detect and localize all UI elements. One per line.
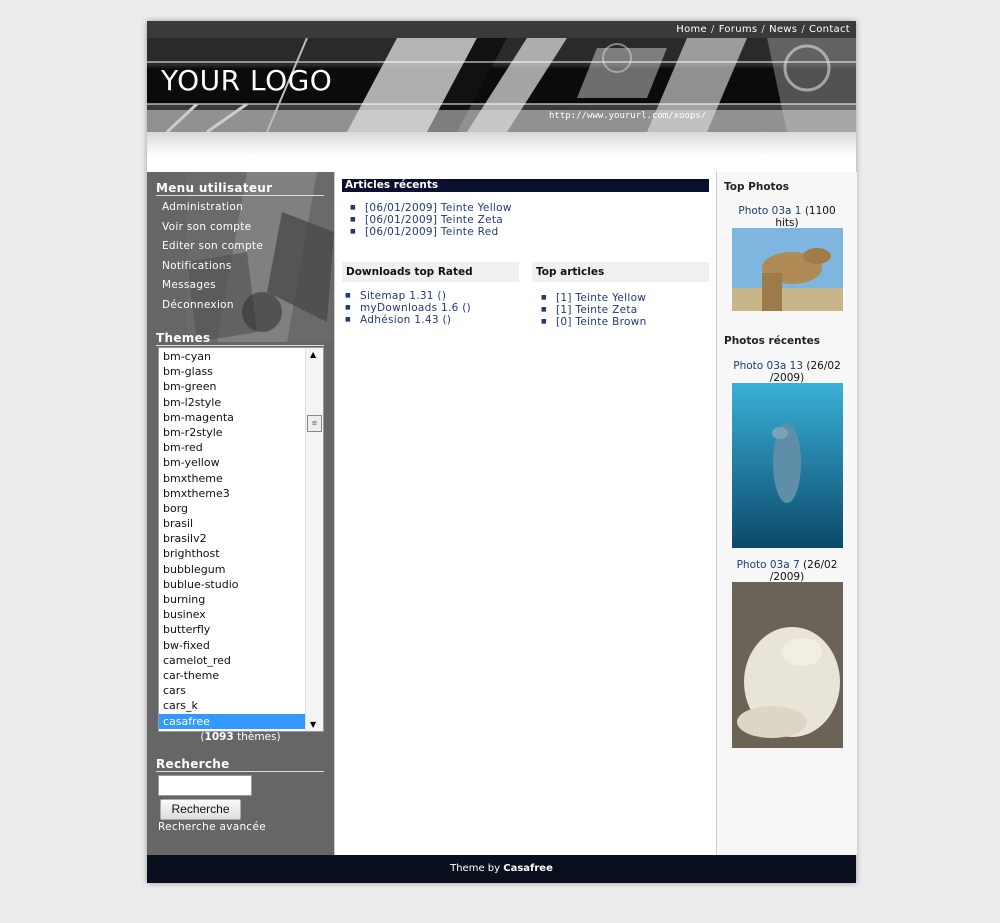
menu-item-messages[interactable]: Messages (162, 279, 334, 299)
top-navigation: Home / Forums / News / Contact (147, 21, 856, 38)
advanced-search-link[interactable]: Recherche avancée (158, 821, 266, 833)
recent-article-link[interactable]: [06/01/2009] Teinte Yellow (350, 202, 512, 214)
theme-option[interactable]: bm-l2style (159, 395, 305, 410)
recent-article-link[interactable]: [06/01/2009] Teinte Red (350, 226, 512, 238)
header-banner: YOUR LOGO http://www.yoururl.com/xoops/ (147, 38, 856, 132)
footer-brand-link[interactable]: Casafree (503, 863, 553, 874)
search-button[interactable]: Recherche (160, 799, 241, 820)
user-menu-title: Menu utilisateur (156, 181, 324, 196)
nav-separator: / (761, 24, 766, 35)
top-articles-list: [1] Teinte Yellow [1] Teinte Zeta [0] Te… (541, 292, 647, 329)
left-sidebar: Menu utilisateur Administration Voir son… (147, 172, 334, 855)
user-menu: Administration Voir son compte Editer so… (162, 201, 334, 318)
nav-contact-link[interactable]: Contact (809, 24, 850, 35)
theme-option[interactable]: bm-red (159, 440, 305, 455)
theme-option[interactable]: brighthost (159, 546, 305, 561)
right-sidebar: Top Photos Photo 03a 1 (1100 hits) Photos… (716, 172, 857, 855)
footer: Theme by Casafree (147, 855, 856, 883)
nav-forums-link[interactable]: Forums (719, 24, 758, 35)
photo-link[interactable]: Photo 03a 13 (733, 360, 803, 372)
page: Home / Forums / News / Contact YOUR LOGO http:… (147, 21, 857, 883)
theme-option[interactable]: butterfly (159, 622, 305, 637)
theme-option[interactable]: bubblegum (159, 562, 305, 577)
nav-news-link[interactable]: News (769, 24, 797, 35)
photo-link[interactable]: Photo 03a 7 (737, 559, 800, 571)
theme-option[interactable]: brasilv2 (159, 531, 305, 546)
menu-item-notifications[interactable]: Notifications (162, 260, 334, 280)
dolphin-photo[interactable] (732, 383, 843, 548)
theme-select-list[interactable]: bm-cyan bm-glass bm-green bm-l2style bm-mage… (158, 347, 324, 732)
main-content: Articles récents [06/01/2009] Teinte Yel… (334, 172, 716, 855)
downloads-list: Sitemap 1.31 () myDownloads 1.6 () Adhés… (345, 290, 471, 327)
theme-option[interactable]: brasil (159, 516, 305, 531)
search-title: Recherche (156, 757, 324, 772)
downloads-title: Downloads top Rated (342, 262, 519, 282)
theme-option[interactable]: bmxtheme (159, 471, 305, 486)
theme-option[interactable]: bm-cyan (159, 349, 305, 364)
theme-option[interactable]: cars_k (159, 698, 305, 713)
top-article-link[interactable]: [0] Teinte Brown (541, 316, 647, 328)
theme-option[interactable]: bm-glass (159, 364, 305, 379)
footer-prefix: Theme by (450, 863, 501, 874)
download-link[interactable]: Sitemap 1.31 () (345, 290, 471, 302)
site-logo[interactable]: YOUR LOGO (161, 64, 332, 97)
recent-article-link[interactable]: [06/01/2009] Teinte Zeta (350, 214, 512, 226)
download-link[interactable]: myDownloads 1.6 () (345, 302, 471, 314)
theme-option[interactable]: bm-magenta (159, 410, 305, 425)
menu-item-logout[interactable]: Déconnexion (162, 299, 334, 319)
recent-photo-caption: Photo 03a 13 (26/02/2009) (733, 360, 841, 384)
header-shadow (147, 132, 856, 172)
search-input[interactable] (158, 775, 252, 796)
top-photos-title: Top Photos (724, 181, 790, 193)
theme-option[interactable]: bublue-studio (159, 577, 305, 592)
top-article-link[interactable]: [1] Teinte Yellow (541, 292, 647, 304)
top-article-link[interactable]: [1] Teinte Zeta (541, 304, 647, 316)
nav-separator: / (801, 24, 805, 35)
recent-articles-title: Articles récents (342, 179, 709, 192)
theme-option[interactable]: cars (159, 683, 305, 698)
theme-option[interactable]: borg (159, 501, 305, 516)
theme-option[interactable]: businex (159, 607, 305, 622)
polar-bear-photo[interactable] (732, 582, 843, 748)
scroll-down-icon[interactable]: ▼ (310, 720, 316, 729)
photo-link[interactable]: Photo 03a 1 (738, 205, 801, 217)
theme-option[interactable]: bm-yellow (159, 455, 305, 470)
menu-item-view-account[interactable]: Voir son compte (162, 221, 334, 241)
theme-option[interactable]: burning (159, 592, 305, 607)
theme-option[interactable]: camelot_red (159, 653, 305, 668)
scroll-up-icon[interactable]: ▲ (310, 350, 316, 359)
nav-separator: / (711, 24, 715, 35)
themes-title: Themes (156, 331, 324, 346)
scroll-thumb[interactable]: ≡ (307, 415, 322, 432)
nav-home-link[interactable]: Home (676, 24, 707, 35)
download-link[interactable]: Adhésion 1.43 () (345, 314, 471, 326)
theme-options: bm-cyan bm-glass bm-green bm-l2style bm-mage… (159, 349, 305, 729)
menu-item-edit-account[interactable]: Editer son compte (162, 240, 334, 260)
theme-option[interactable]: bm-r2style (159, 425, 305, 440)
recent-articles-list: [06/01/2009] Teinte Yellow [06/01/2009] … (350, 202, 512, 239)
menu-item-administration[interactable]: Administration (162, 201, 334, 221)
theme-count: (1093 thèmes) (200, 731, 281, 743)
theme-option[interactable]: bm-green (159, 379, 305, 394)
theme-option[interactable]: bmxtheme3 (159, 486, 305, 501)
top-photo-caption: Photo 03a 1 (1100 hits) (738, 205, 836, 229)
theme-option[interactable]: car-theme (159, 668, 305, 683)
theme-option[interactable]: casafree (159, 713, 305, 729)
theme-list-scrollbar[interactable]: ▲ ≡ ▼ (305, 348, 323, 731)
theme-option[interactable]: bw-fixed (159, 638, 305, 653)
recent-photos-title: Photos récentes (724, 335, 821, 347)
top-articles-title: Top articles (532, 262, 709, 282)
site-url: http://www.yoururl.com/xoops/ (549, 111, 707, 121)
camel-photo[interactable] (732, 228, 843, 311)
recent-photo-caption: Photo 03a 7 (26/02/2009) (736, 559, 838, 583)
